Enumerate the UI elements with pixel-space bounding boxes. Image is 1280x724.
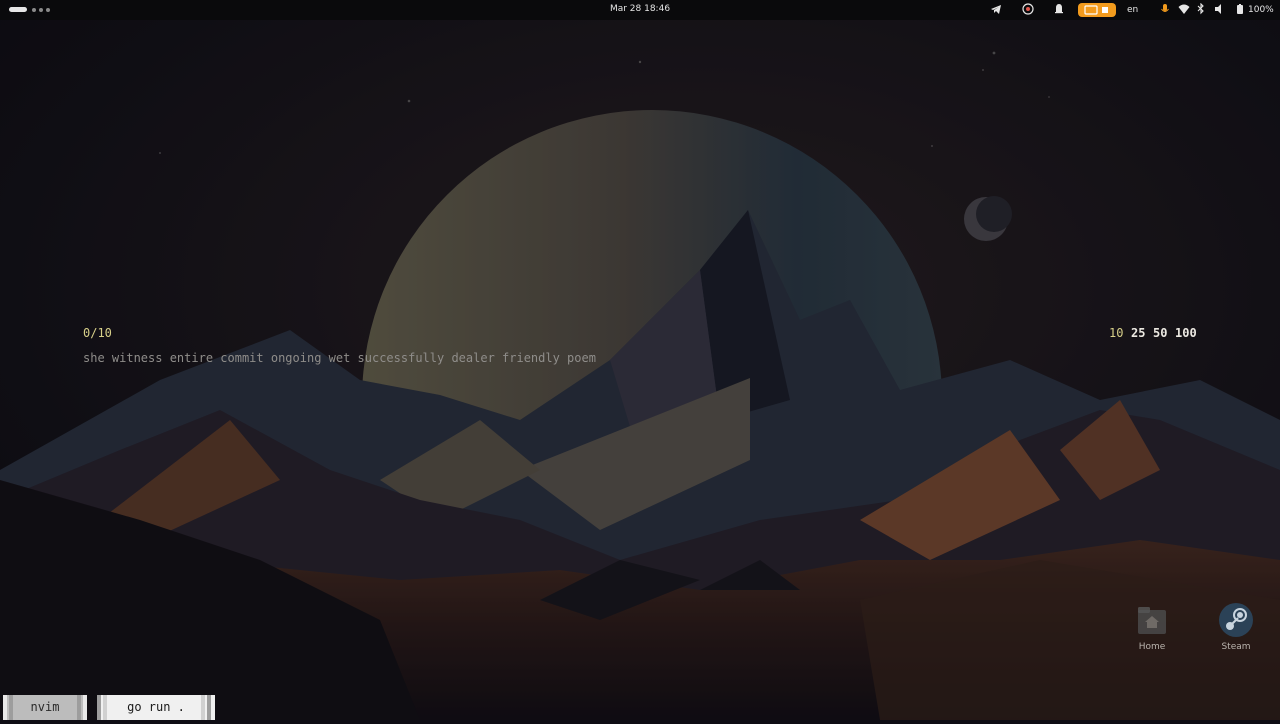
wifi-icon[interactable] bbox=[1178, 3, 1190, 17]
notification-bell-icon[interactable] bbox=[1054, 3, 1064, 17]
keyboard-language[interactable]: en bbox=[1127, 3, 1138, 17]
battery-percent[interactable]: 100% bbox=[1248, 3, 1274, 17]
dock-item-label: nvim bbox=[30, 700, 60, 714]
shield-alert-icon[interactable] bbox=[1022, 3, 1034, 17]
top-panel: Mar 28 18:46 en 100% bbox=[0, 0, 1280, 20]
telegram-icon[interactable] bbox=[990, 3, 1002, 17]
bluetooth-icon[interactable] bbox=[1197, 3, 1205, 17]
desktop-icon-label: Home bbox=[1138, 642, 1166, 652]
word-count-option[interactable]: 25 bbox=[1131, 326, 1145, 340]
volume-icon[interactable] bbox=[1214, 3, 1224, 17]
typing-words: she witness entire commit ongoing wet su… bbox=[83, 351, 596, 365]
progress-counter: 0/10 bbox=[83, 326, 112, 340]
word-count-option[interactable]: 50 bbox=[1153, 326, 1167, 340]
microphone-icon[interactable] bbox=[1160, 3, 1170, 17]
desktop-icon-label: Steam bbox=[1221, 642, 1251, 652]
word-count-option-selected[interactable]: 10 bbox=[1109, 326, 1123, 340]
steam-icon bbox=[1218, 602, 1254, 638]
word-count-option[interactable]: 100 bbox=[1175, 326, 1197, 340]
home-folder-icon bbox=[1134, 602, 1170, 638]
dock-item-label: go run . bbox=[127, 700, 185, 714]
dock-item-nvim[interactable]: nvim bbox=[3, 695, 87, 720]
screen-share-indicator[interactable] bbox=[1078, 3, 1116, 17]
battery-icon[interactable] bbox=[1236, 3, 1244, 17]
desktop-icon-steam[interactable]: Steam bbox=[1206, 602, 1266, 652]
dock-item-go-run[interactable]: go run . bbox=[97, 695, 215, 720]
desktop-icon-home[interactable]: Home bbox=[1122, 602, 1182, 652]
